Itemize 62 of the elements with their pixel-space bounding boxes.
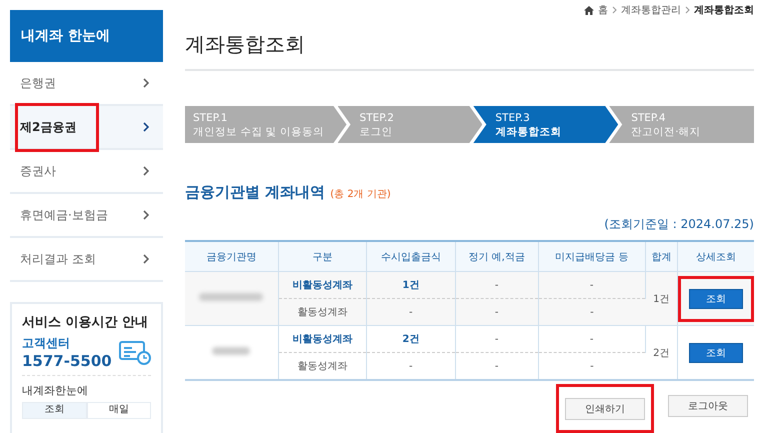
step-indicator: STEP.2 로그인: [338, 106, 482, 143]
breadcrumb-link[interactable]: 계좌통합관리: [621, 3, 681, 17]
count-note: (총 2개 기관): [330, 188, 391, 201]
blurred-name: [199, 293, 264, 301]
table-cell: 2건: [645, 326, 678, 380]
table-header: 매일: [86, 402, 151, 419]
logout-button[interactable]: 로그아웃: [668, 395, 748, 417]
chevron-icon: [143, 254, 149, 264]
table-cell: 비활동성계좌: [278, 326, 367, 352]
schedule-icon: [119, 340, 151, 366]
table-cell: 2건: [366, 326, 456, 352]
table-cell: -: [366, 352, 456, 380]
table-cell: 비활동성계좌: [278, 272, 367, 298]
step-indicator: STEP.3 계좌통합조회: [473, 106, 618, 143]
sidebar-item[interactable]: 은행권: [10, 62, 163, 104]
step-indicator: STEP.4 잔고이전·해지: [609, 106, 754, 143]
blurred-name: [212, 347, 250, 355]
view-button[interactable]: 조회: [689, 342, 743, 362]
chevron-icon: [143, 210, 149, 220]
view-button[interactable]: 조회: [689, 288, 743, 308]
breadcrumb-link[interactable]: 계좌통합조회: [694, 3, 754, 17]
page-title: 계좌통합조회: [185, 31, 754, 71]
column-header: 미지급배당금 등: [538, 241, 646, 272]
center-label: 고객센터: [22, 335, 71, 352]
print-button[interactable]: 인쇄하기: [565, 398, 645, 420]
sidebar-title: 내계좌 한눈에: [10, 10, 163, 62]
table-cell: -: [455, 326, 538, 352]
reference-date: (조회기준일 : 2024.07.25): [603, 216, 754, 233]
table-cell: -: [455, 272, 538, 298]
phone-number: 1577-5500: [22, 352, 112, 370]
table-cell: 활동성계좌: [278, 352, 367, 380]
table-cell: -: [538, 272, 646, 298]
breadcrumb-link[interactable]: 홈: [598, 3, 608, 17]
sidebar-item[interactable]: 증권사: [10, 150, 163, 192]
column-header: 합계: [645, 241, 678, 272]
table-cell: -: [366, 298, 456, 326]
table-cell: 1건: [645, 272, 678, 326]
column-header: 정기 예,적금: [455, 241, 538, 272]
table-cell: -: [455, 298, 538, 326]
section-title: 금융기관별 계좌내역: [185, 183, 326, 202]
home-icon: [584, 6, 594, 14]
table-cell: -: [538, 298, 646, 326]
chevron-icon: [143, 122, 149, 132]
chevron-icon: [685, 6, 690, 14]
table-cell: -: [538, 352, 646, 380]
sidebar-item[interactable]: 처리결과 조회: [10, 238, 163, 280]
chevron-icon: [612, 6, 617, 14]
service-title: 서비스 이용시간 안내: [22, 314, 150, 331]
table-cell: -: [538, 326, 646, 352]
chevron-icon: [143, 78, 149, 88]
step-indicator: STEP.1 개인정보 수집 및 이용동의: [185, 106, 347, 143]
table-header: 조회: [22, 402, 86, 419]
column-header: 구분: [278, 241, 367, 272]
column-header: 상세조회: [678, 241, 754, 272]
table-cell: -: [455, 352, 538, 380]
sidebar-item[interactable]: 휴면예금·보험금: [10, 194, 163, 236]
table-cell: 활동성계좌: [278, 298, 367, 326]
table-cell: 1건: [366, 272, 456, 298]
chevron-icon: [143, 166, 149, 176]
service-subtitle: 내계좌한눈에: [22, 383, 89, 398]
column-header: 금융기관명: [185, 241, 278, 272]
column-header: 수시입출금식: [366, 241, 456, 272]
